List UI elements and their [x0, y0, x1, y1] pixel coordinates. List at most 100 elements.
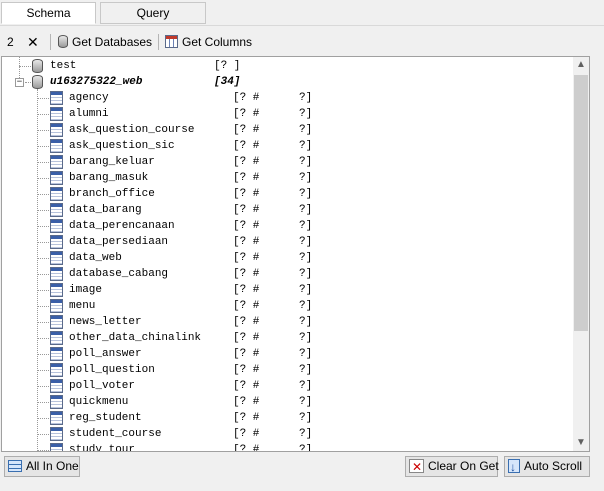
tree-node-table[interactable]: barang_keluar [? # ?]: [2, 154, 562, 170]
tab-query[interactable]: Query: [100, 2, 206, 24]
table-info: [? # ?]: [233, 188, 313, 200]
clear-on-get-label: Clear On Get: [428, 459, 499, 473]
table-icon: [50, 267, 63, 281]
auto-scroll-button[interactable]: Auto Scroll: [504, 456, 590, 477]
table-name: study_tour: [69, 444, 136, 452]
vertical-scrollbar[interactable]: ▲ ▼: [573, 56, 590, 452]
tree-node-table[interactable]: data_perencanaan [? # ?]: [2, 218, 562, 234]
tree-node-table[interactable]: database_cabang [? # ?]: [2, 266, 562, 282]
get-columns-button[interactable]: Get Columns: [165, 32, 252, 52]
table-name: barang_keluar: [69, 156, 155, 168]
table-info: [? # ?]: [233, 332, 313, 344]
table-info: [? # ?]: [233, 204, 313, 216]
clear-icon: [409, 458, 424, 477]
table-icon: [50, 251, 63, 265]
table-name: poll_answer: [69, 348, 142, 360]
database-tag: [34]: [214, 76, 241, 88]
tree-node-table[interactable]: quickmenu [? # ?]: [2, 394, 562, 410]
table-info: [? # ?]: [233, 380, 313, 392]
tree-line: [25, 82, 31, 83]
table-icon: [50, 187, 63, 201]
table-info: [? # ?]: [233, 92, 313, 104]
get-columns-label: Get Columns: [182, 35, 253, 49]
tree-line: [37, 178, 49, 179]
table-info: [? # ?]: [233, 220, 313, 232]
table-icon: [50, 235, 63, 249]
tree-line: [37, 114, 49, 115]
table-info: [? # ?]: [233, 172, 313, 184]
tree-line: [37, 242, 49, 243]
table-info: [? # ?]: [233, 428, 313, 440]
tree-line: [37, 210, 49, 211]
database-name: test: [50, 60, 77, 72]
tree-node-table[interactable]: poll_question [? # ?]: [2, 362, 562, 378]
get-databases-button[interactable]: Get Databases: [58, 32, 152, 52]
tree-node-table[interactable]: data_barang [? # ?]: [2, 202, 562, 218]
table-icon: [50, 363, 63, 377]
tree-node-table[interactable]: reg_student [? # ?]: [2, 410, 562, 426]
table-icon: [50, 395, 63, 409]
tab-schema[interactable]: Schema: [1, 2, 96, 24]
tree-line: [37, 306, 49, 307]
tree-node-database[interactable]: − u163275322_web [34]: [2, 74, 562, 90]
table-icon: [50, 203, 63, 217]
table-name: barang_masuk: [69, 172, 149, 184]
database-tag: [? ]: [214, 60, 241, 72]
auto-scroll-icon: [508, 458, 520, 477]
scroll-up-icon[interactable]: ▲: [573, 57, 589, 73]
tree-line: [37, 386, 49, 387]
collapse-toggle[interactable]: −: [15, 78, 24, 87]
table-info: [? # ?]: [233, 268, 313, 280]
tree-line: [37, 450, 49, 451]
tree-node-table[interactable]: student_course [? # ?]: [2, 426, 562, 442]
tree-node-table[interactable]: data_persediaan [? # ?]: [2, 234, 562, 250]
table-name: ask_question_sic: [69, 140, 175, 152]
table-name: data_persediaan: [69, 236, 169, 248]
database-icon: [32, 75, 43, 89]
tree-line: [37, 130, 49, 131]
tree-node-table[interactable]: poll_answer [? # ?]: [2, 346, 562, 362]
table-info: [? # ?]: [233, 156, 313, 168]
tree-node-table[interactable]: other_data_chinalink [? # ?]: [2, 330, 562, 346]
table-info: [? # ?]: [233, 316, 313, 328]
table-name: quickmenu: [69, 396, 129, 408]
table-info: [? # ?]: [233, 236, 313, 248]
tree-node-table[interactable]: poll_voter [? # ?]: [2, 378, 562, 394]
schema-tree[interactable]: test [? ] − u163275322_web [34] agency [?…: [1, 56, 573, 452]
tree-node-table[interactable]: ask_question_course [? # ?]: [2, 122, 562, 138]
scrollbar-thumb[interactable]: [574, 75, 588, 331]
table-info: [? # ?]: [233, 396, 313, 408]
tree-line: [37, 194, 49, 195]
all-in-one-label: All In One: [26, 459, 79, 473]
tree-node-table[interactable]: barang_masuk [? # ?]: [2, 170, 562, 186]
table-icon: [50, 379, 63, 393]
list-icon: [8, 459, 22, 472]
table-name: alumni: [69, 108, 109, 120]
tree-node-table[interactable]: menu [? # ?]: [2, 298, 562, 314]
close-icon[interactable]: ✕: [27, 32, 39, 52]
all-in-one-button[interactable]: All In One: [4, 456, 80, 477]
tree-line: [37, 226, 49, 227]
tree-node-table[interactable]: image [? # ?]: [2, 282, 562, 298]
tree-line: [37, 370, 49, 371]
table-info: [? # ?]: [233, 348, 313, 360]
toolbar-separator: [158, 34, 159, 50]
tree-line: [37, 146, 49, 147]
tree-node-table[interactable]: data_web [? # ?]: [2, 250, 562, 266]
toolbar: 2 ✕ Get Databases Get Columns: [0, 30, 604, 54]
tree-node-table[interactable]: study_tour [? # ?]: [2, 442, 562, 452]
tree-line: [37, 402, 49, 403]
tree-node-table[interactable]: branch_office [? # ?]: [2, 186, 562, 202]
scroll-down-icon[interactable]: ▼: [573, 435, 589, 451]
tree-line: [37, 258, 49, 259]
tree-node-table[interactable]: alumni [? # ?]: [2, 106, 562, 122]
clear-on-get-button[interactable]: Clear On Get: [405, 456, 499, 477]
tree-node-table[interactable]: news_letter [? # ?]: [2, 314, 562, 330]
tree-node-table[interactable]: ask_question_sic [? # ?]: [2, 138, 562, 154]
database-icon: [58, 35, 68, 49]
table-icon: [50, 171, 63, 185]
table-icon: [50, 107, 63, 121]
tree-node-database[interactable]: test [? ]: [2, 58, 562, 74]
tree-line: [37, 162, 49, 163]
tree-node-table[interactable]: agency [? # ?]: [2, 90, 562, 106]
